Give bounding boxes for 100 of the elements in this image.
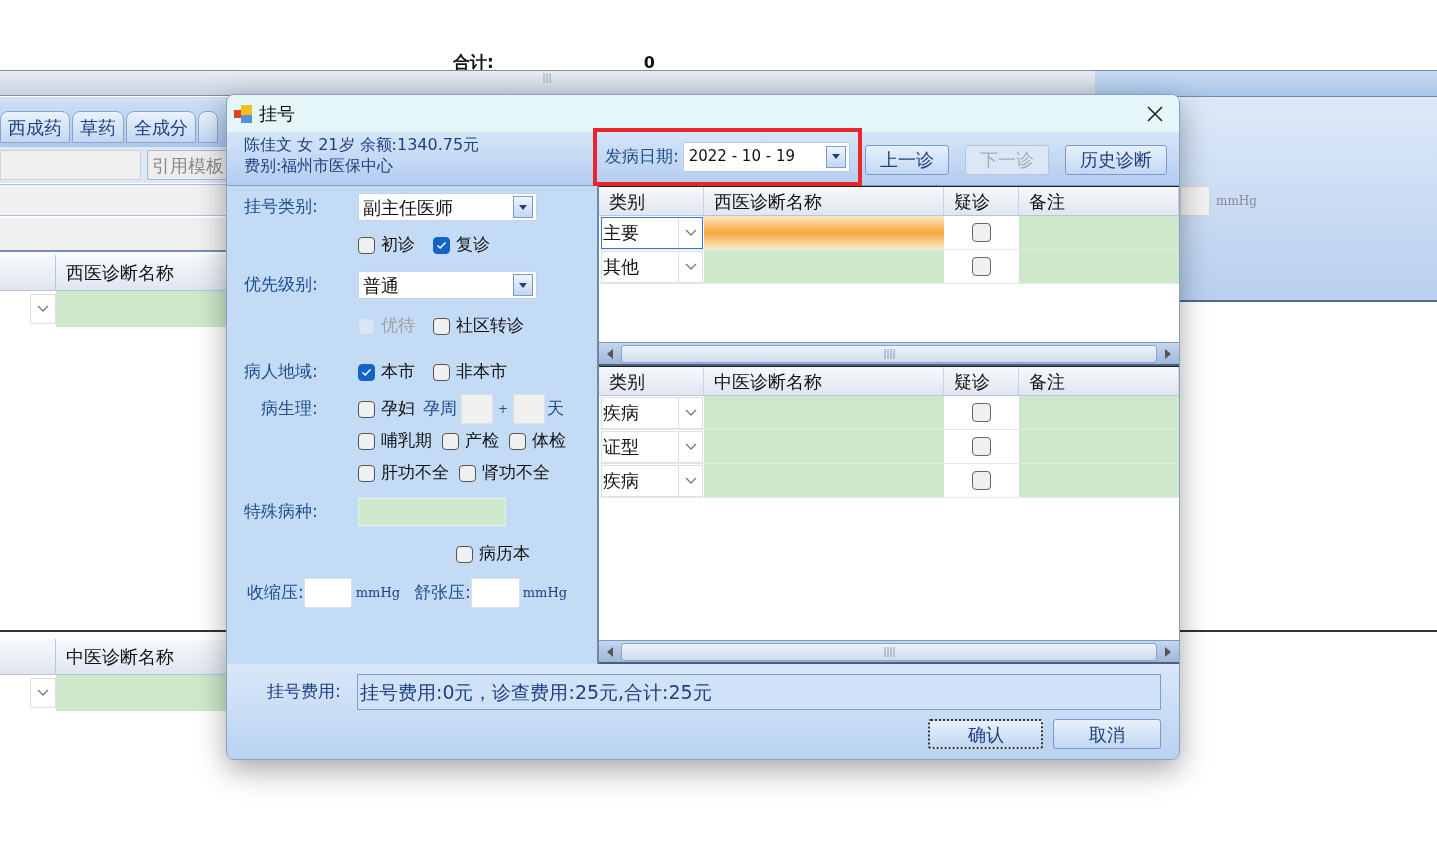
- chevron-icon: [37, 305, 49, 313]
- caret-icon: [519, 282, 527, 288]
- table-cell[interactable]: [1019, 250, 1179, 283]
- checkbox-label: 非本市: [456, 360, 507, 384]
- nav-button[interactable]: 上一诊: [864, 144, 949, 175]
- cancel-button[interactable]: 取消: [1053, 719, 1161, 749]
- checkbox[interactable]: [972, 257, 991, 276]
- field-label: 挂号类别:: [244, 196, 318, 217]
- tab[interactable]: 全成分: [126, 111, 196, 143]
- input-field[interactable]: [0, 150, 141, 180]
- column-header: 备注: [1019, 367, 1179, 395]
- app-icon: [233, 103, 253, 124]
- grip-icon: [883, 646, 895, 657]
- checkbox-label: 肾功不全: [482, 461, 550, 485]
- column-header: 疑诊: [944, 367, 1019, 395]
- checkbox-label: 优待: [381, 314, 415, 338]
- table-cell[interactable]: [1019, 430, 1179, 463]
- splitter-bar[interactable]: [0, 70, 1095, 96]
- unit-label: mmHg: [1216, 193, 1257, 210]
- dropdown-button[interactable]: [513, 196, 533, 218]
- dropdown-field[interactable]: 副主任医师: [358, 193, 537, 221]
- checkbox-label: 病历本: [479, 542, 530, 566]
- column-header: 中医诊断名称: [704, 367, 944, 395]
- window-title: 挂号: [259, 102, 296, 126]
- grip-icon: [883, 348, 895, 359]
- nav-button[interactable]: 历史诊断: [1064, 144, 1167, 175]
- checkbox[interactable]: [459, 464, 476, 482]
- dropdown-button[interactable]: [825, 145, 846, 168]
- column-header: 西医诊断名称: [704, 187, 944, 215]
- table-cell[interactable]: [704, 430, 944, 463]
- tab[interactable]: 西成药: [0, 111, 70, 143]
- total-label: 合计:: [453, 51, 494, 74]
- table-cell[interactable]: [704, 396, 944, 429]
- column-header: 疑诊: [944, 187, 1019, 215]
- checkbox[interactable]: [972, 403, 991, 422]
- field-label: 天: [547, 397, 565, 421]
- patient-info: 陈佳文 女 21岁 余额:1340.75元: [244, 134, 481, 155]
- field-label: 收缩压:: [247, 581, 304, 605]
- checkbox-label: 初诊: [381, 233, 415, 257]
- dropdown-field[interactable]: 证型: [601, 430, 703, 463]
- tab[interactable]: [198, 111, 218, 143]
- horizontal-scrollbar[interactable]: [599, 342, 1179, 364]
- checkbox-label: 孕妇: [381, 397, 415, 421]
- tab[interactable]: 草药: [72, 111, 124, 143]
- checkbox[interactable]: [509, 432, 526, 450]
- unit-label: mmHg: [355, 584, 401, 603]
- column-header: 类别: [599, 187, 704, 215]
- close-icon: [1146, 104, 1164, 123]
- checkbox[interactable]: [972, 471, 991, 490]
- dropdown-field[interactable]: 疾病: [601, 464, 703, 497]
- field-label: 挂号费用:: [267, 680, 342, 704]
- table-cell[interactable]: [1019, 396, 1179, 429]
- dropdown-field[interactable]: 主要: [601, 216, 703, 249]
- field-label: 孕周: [423, 397, 457, 421]
- dropdown-field[interactable]: 疾病: [601, 396, 703, 429]
- table-cell[interactable]: [704, 216, 944, 249]
- chevron-icon: [684, 442, 697, 451]
- confirm-button[interactable]: 确认: [928, 719, 1043, 749]
- checkbox[interactable]: [433, 317, 450, 335]
- checkbox[interactable]: [358, 236, 375, 254]
- chevron-icon: [37, 689, 49, 697]
- total-value: 0: [643, 51, 655, 74]
- column-header: 西医诊断名称: [65, 261, 175, 285]
- text-field[interactable]: 挂号费用:0元，诊查费用:25元,合计:25元: [357, 674, 1161, 710]
- checkbox-label: 本市: [381, 360, 415, 384]
- scroll-thumb[interactable]: [621, 344, 1157, 363]
- grip-icon: [541, 71, 554, 85]
- checkbox[interactable]: [972, 437, 991, 456]
- column-header: 类别: [599, 367, 704, 395]
- chevron-icon: [684, 476, 697, 485]
- checkbox[interactable]: [442, 432, 459, 450]
- caret-icon: [519, 204, 527, 210]
- fee-type: 费别:福州市医保中心: [244, 155, 395, 176]
- chevron-icon: [684, 228, 697, 237]
- checkbox-label: 体检: [532, 429, 566, 453]
- field-label: 特殊病种:: [244, 501, 318, 522]
- table-cell[interactable]: [1019, 216, 1179, 249]
- table-cell[interactable]: [704, 464, 944, 497]
- checkbox[interactable]: [358, 363, 375, 381]
- checkbox[interactable]: [456, 545, 473, 563]
- horizontal-scrollbar[interactable]: [599, 640, 1179, 662]
- field-label: 病人地域:: [244, 361, 318, 382]
- dropdown-field[interactable]: 其他: [601, 250, 703, 283]
- table-cell[interactable]: [1019, 464, 1179, 497]
- column-header: 备注: [1019, 187, 1179, 215]
- checkbox[interactable]: [358, 400, 375, 418]
- date-picker[interactable]: 2022 - 10 - 19: [682, 141, 850, 172]
- table-cell[interactable]: [704, 250, 944, 283]
- caret-icon: [831, 154, 840, 159]
- dropdown-button[interactable]: [513, 274, 533, 296]
- checkbox[interactable]: [433, 363, 450, 381]
- chevron-icon: [684, 262, 697, 271]
- checkbox[interactable]: [972, 223, 991, 242]
- scroll-thumb[interactable]: [621, 642, 1157, 661]
- field-label: 病生理:: [261, 398, 318, 419]
- dropdown-field[interactable]: 普通: [358, 271, 537, 299]
- checkbox[interactable]: [358, 464, 375, 482]
- checkbox[interactable]: [433, 236, 450, 254]
- checkbox[interactable]: [358, 432, 375, 450]
- field-label: 优先级别:: [244, 274, 318, 295]
